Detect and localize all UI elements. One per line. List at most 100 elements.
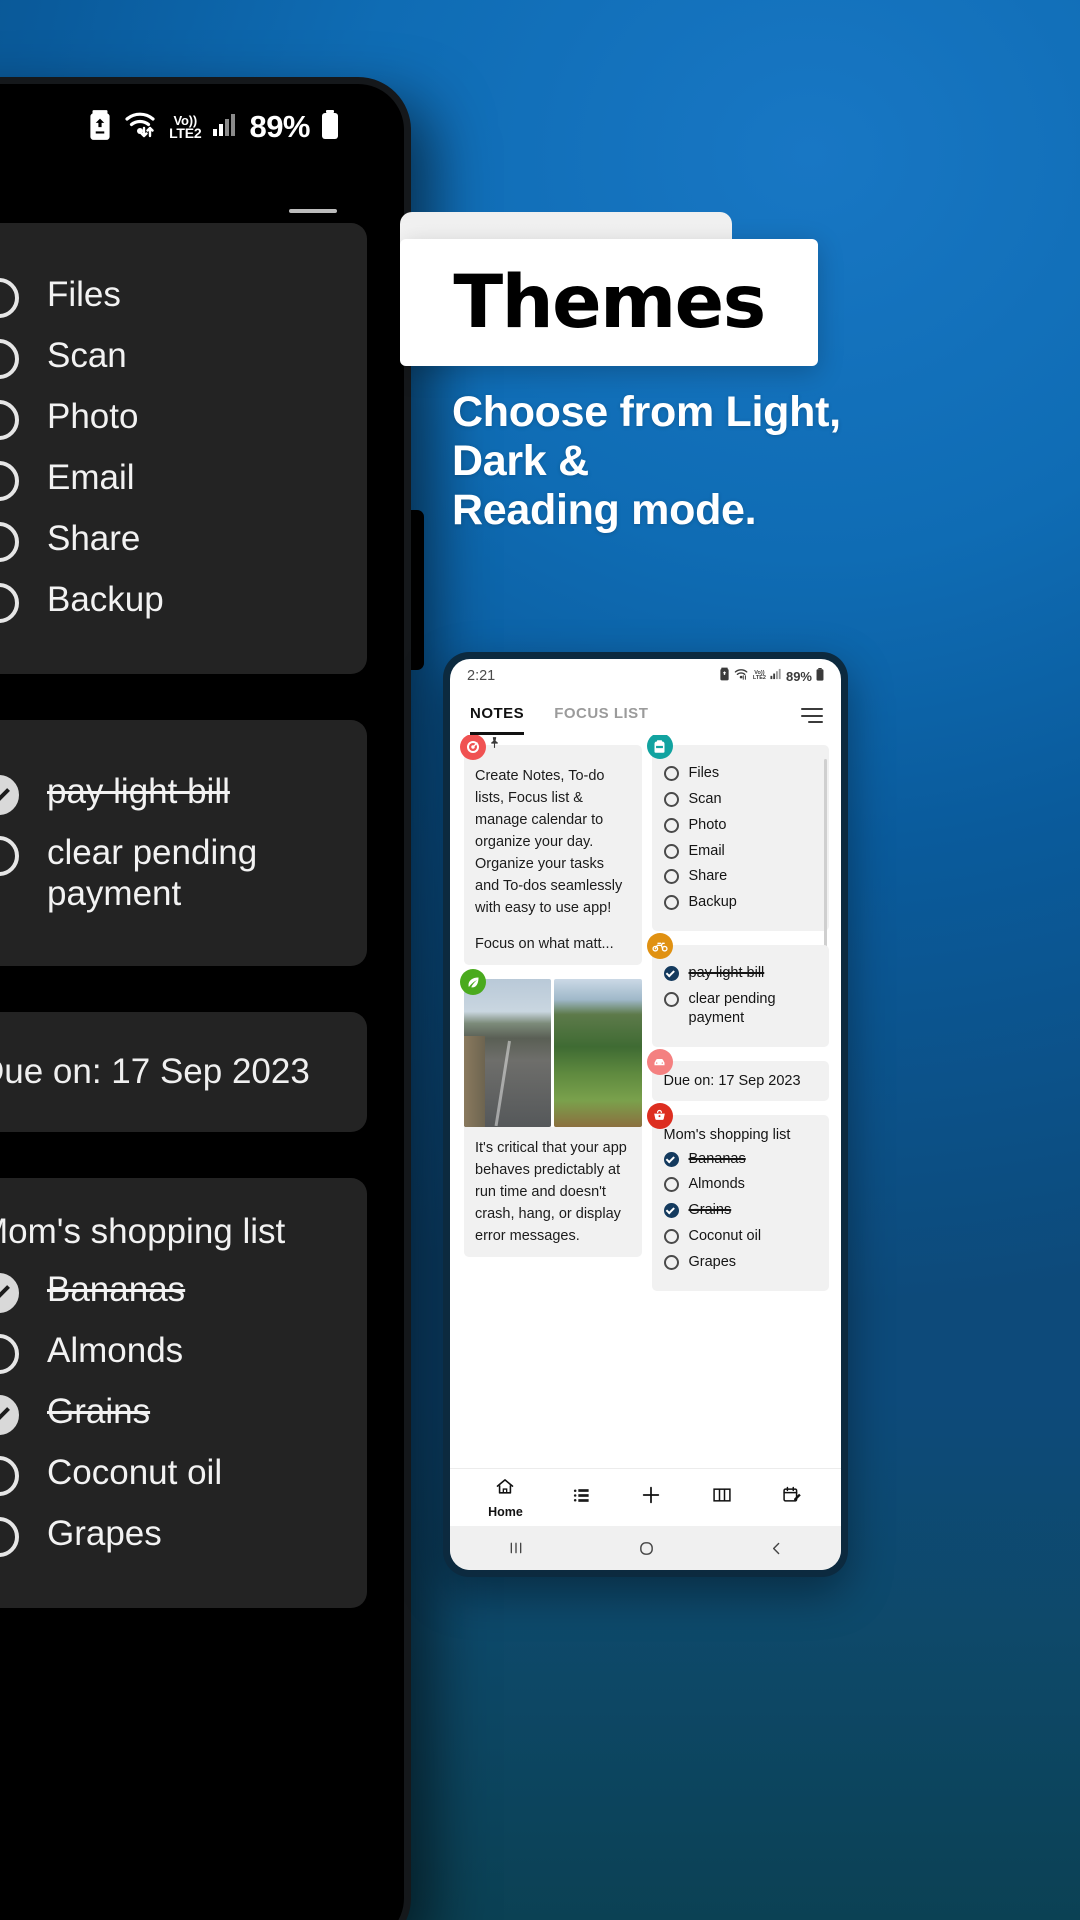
note-card-shopping-list[interactable]: Mom's shopping list Bananas Almonds Grai… bbox=[646, 1102, 829, 1291]
checklist-item[interactable]: Coconut oil bbox=[0, 1452, 339, 1496]
checkbox[interactable] bbox=[663, 1229, 679, 1245]
checkbox[interactable] bbox=[663, 1177, 679, 1193]
checklist-item[interactable]: clear pending payment bbox=[663, 990, 820, 1028]
tab-focus-list[interactable]: FOCUS LIST bbox=[554, 705, 648, 735]
tab-notes[interactable]: NOTES bbox=[470, 705, 525, 735]
note-card-todo[interactable]: pay light bill clear pending payment bbox=[646, 933, 829, 1047]
checklist-item-label: pay light bill bbox=[47, 772, 230, 811]
checklist-item[interactable]: Email bbox=[0, 457, 339, 501]
note-card-todo[interactable]: pay light bill clear pending payment bbox=[0, 720, 367, 966]
nav-home[interactable]: Home bbox=[488, 1477, 523, 1519]
checkbox[interactable] bbox=[0, 1455, 19, 1496]
nav-list[interactable] bbox=[571, 1486, 592, 1510]
checkbox[interactable] bbox=[663, 843, 679, 859]
checklist-item[interactable]: Scan bbox=[663, 790, 820, 809]
android-system-nav-bar bbox=[450, 1526, 841, 1570]
volte-bottom-label: LTE2 bbox=[169, 124, 202, 141]
checkbox[interactable] bbox=[0, 400, 19, 440]
battery-icon bbox=[816, 667, 824, 685]
checklist-item[interactable]: Backup bbox=[0, 579, 339, 623]
checkbox-checked[interactable] bbox=[0, 1272, 19, 1313]
checklist-item[interactable]: Grapes bbox=[0, 1513, 339, 1557]
checklist-item-label: Share bbox=[47, 519, 141, 558]
home-circle-icon[interactable] bbox=[638, 1540, 655, 1557]
left-phone-dark-theme: Vo)) LTE2 89% Files Scan Photo Email Sha… bbox=[0, 84, 404, 1920]
note-photo-caption-wrap: It's critical that your app behaves pred… bbox=[464, 1127, 642, 1258]
checklist-item[interactable]: Grapes bbox=[663, 1253, 820, 1272]
checkbox[interactable] bbox=[0, 278, 19, 318]
checkbox[interactable] bbox=[0, 339, 19, 379]
checklist-item[interactable]: Photo bbox=[0, 396, 339, 440]
right-phone-screen: 2:21 Vo)) LTE2 89% NOTES FOCUS LIST Crea… bbox=[450, 659, 841, 1570]
checkbox[interactable] bbox=[663, 895, 679, 911]
checkbox[interactable] bbox=[663, 991, 679, 1007]
note-card-due-date[interactable]: Due on: 17 Sep 2023 bbox=[0, 1011, 367, 1132]
checkbox-checked[interactable] bbox=[663, 1151, 679, 1167]
checkbox[interactable] bbox=[663, 869, 679, 885]
note-card-photos[interactable]: It's critical that your app behaves pred… bbox=[460, 969, 642, 1258]
checkbox-checked[interactable] bbox=[0, 775, 19, 815]
checklist-item[interactable]: Scan bbox=[0, 335, 339, 379]
checklist-item[interactable]: Bananas bbox=[0, 1269, 339, 1313]
checkbox[interactable] bbox=[663, 1254, 679, 1270]
shopping-list-title: Mom's shopping list bbox=[0, 1211, 286, 1251]
checkbox-checked[interactable] bbox=[0, 1394, 19, 1435]
shopping-basket-icon bbox=[646, 1102, 673, 1129]
checklist-item[interactable]: Almonds bbox=[0, 1330, 339, 1374]
checklist-item[interactable]: pay light bill bbox=[663, 964, 820, 983]
right-status-bar: 2:21 Vo)) LTE2 89% bbox=[450, 659, 841, 693]
checklist-item[interactable]: pay light bill bbox=[0, 771, 339, 815]
checklist-item[interactable]: Backup bbox=[663, 893, 820, 912]
checklist-item-label: Almonds bbox=[688, 1176, 745, 1193]
checklist-item[interactable]: Files bbox=[0, 274, 339, 318]
checklist-item-label: Grains bbox=[47, 1391, 151, 1431]
checklist-item[interactable]: clear pending payment bbox=[0, 832, 339, 915]
checkbox[interactable] bbox=[0, 836, 19, 876]
checklist-item[interactable]: Email bbox=[663, 842, 820, 861]
checklist-item[interactable]: Share bbox=[0, 518, 339, 562]
checklist-item-label: Email bbox=[688, 842, 725, 859]
nav-calendar-edit[interactable] bbox=[781, 1485, 803, 1510]
checklist-item[interactable]: Coconut oil bbox=[663, 1227, 820, 1246]
checklist-item-label: Share bbox=[688, 868, 728, 885]
checklist-item[interactable]: Bananas bbox=[663, 1150, 820, 1169]
checkbox[interactable] bbox=[0, 522, 19, 562]
note-card-intro[interactable]: Create Notes, To-do lists, Focus list & … bbox=[460, 735, 642, 966]
menu-line bbox=[801, 708, 823, 710]
checkbox[interactable] bbox=[0, 583, 19, 623]
checkbox[interactable] bbox=[0, 461, 19, 501]
menu-line bbox=[808, 721, 823, 723]
checklist-item[interactable]: Share bbox=[663, 867, 820, 886]
notes-grid: Create Notes, To-do lists, Focus list & … bbox=[450, 735, 841, 1468]
checklist-item-label: Grapes bbox=[688, 1253, 737, 1270]
checkbox-checked[interactable] bbox=[663, 966, 679, 982]
nav-add[interactable] bbox=[640, 1484, 662, 1511]
checkbox[interactable] bbox=[0, 1516, 19, 1557]
checklist-item[interactable]: Almonds bbox=[663, 1175, 820, 1194]
note-card-due-date[interactable]: Due on: 17 Sep 2023 bbox=[646, 1048, 829, 1101]
checklist-card-body: Files Scan Photo Email Share Backup bbox=[0, 223, 367, 674]
note-card-checklist[interactable]: Files Scan Photo Email Share Backup bbox=[646, 735, 829, 989]
checkbox[interactable] bbox=[663, 766, 679, 781]
car-icon bbox=[646, 1048, 673, 1075]
checklist-item[interactable]: Files bbox=[663, 764, 820, 783]
note-card-shopping-list[interactable]: Mom's shopping list Bananas Almonds Grai… bbox=[0, 1177, 367, 1608]
checkbox-checked[interactable] bbox=[663, 1203, 679, 1219]
nav-columns[interactable] bbox=[711, 1485, 733, 1510]
hamburger-menu-icon[interactable] bbox=[801, 708, 823, 723]
checklist-item[interactable]: Grains bbox=[0, 1391, 339, 1435]
checkbox[interactable] bbox=[663, 817, 679, 833]
promo-title-card: Themes bbox=[400, 239, 818, 366]
back-icon[interactable] bbox=[768, 1540, 785, 1557]
pin-icon[interactable] bbox=[488, 735, 501, 754]
checklist-item[interactable]: Photo bbox=[663, 816, 820, 835]
note-photo-row bbox=[464, 979, 642, 1128]
checkbox[interactable] bbox=[0, 1333, 19, 1374]
checkbox[interactable] bbox=[663, 791, 679, 807]
checklist-item[interactable]: Grains bbox=[663, 1201, 820, 1220]
wifi-icon bbox=[734, 668, 749, 685]
note-card-checklist[interactable]: Files Scan Photo Email Share Backup bbox=[0, 223, 367, 674]
battery-saver-icon bbox=[87, 109, 113, 146]
recents-icon[interactable] bbox=[506, 1540, 526, 1556]
signal-bars-icon bbox=[212, 112, 238, 143]
